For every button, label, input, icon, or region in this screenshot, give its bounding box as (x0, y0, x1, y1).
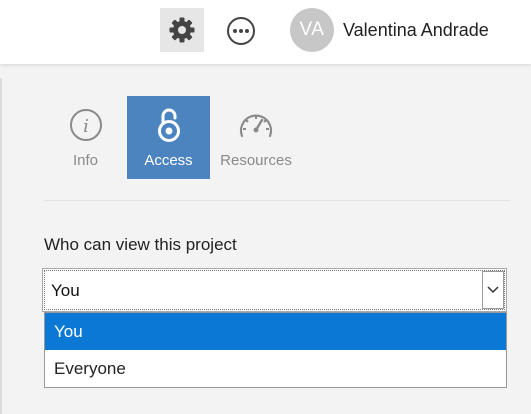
lock-icon (157, 108, 180, 142)
chevron-down-icon[interactable] (482, 271, 504, 309)
avatar[interactable]: VA (290, 8, 334, 52)
left-border (0, 78, 2, 414)
tab-resources[interactable]: Resources (210, 96, 302, 179)
visibility-select[interactable]: You (42, 268, 507, 312)
visibility-label: Who can view this project (44, 235, 237, 254)
tab-info[interactable]: i Info (44, 96, 127, 179)
more-icon (227, 17, 255, 45)
option-you[interactable]: You (45, 313, 506, 350)
option-everyone[interactable]: Everyone (45, 350, 506, 387)
info-icon: i (69, 109, 102, 141)
tab-info-label: Info (72, 152, 99, 169)
svg-text:i: i (83, 116, 89, 137)
gear-icon (169, 17, 195, 43)
gauge-icon (239, 114, 273, 138)
visibility-select-value: You (51, 281, 80, 300)
user-name[interactable]: Valentina Andrade (343, 20, 489, 41)
settings-button[interactable] (160, 8, 204, 52)
section-divider (44, 200, 510, 201)
tab-access[interactable]: Access (127, 96, 210, 179)
project-tabs: i Info Access Resources (44, 96, 302, 179)
top-bar: VA Valentina Andrade (0, 0, 531, 64)
tab-resources-label: Resources (220, 152, 292, 169)
user-menu[interactable]: VA Valentina Andrade (290, 8, 489, 52)
tab-access-label: Access (144, 152, 193, 169)
more-options-button[interactable] (226, 16, 256, 46)
visibility-options: You Everyone (44, 312, 507, 388)
